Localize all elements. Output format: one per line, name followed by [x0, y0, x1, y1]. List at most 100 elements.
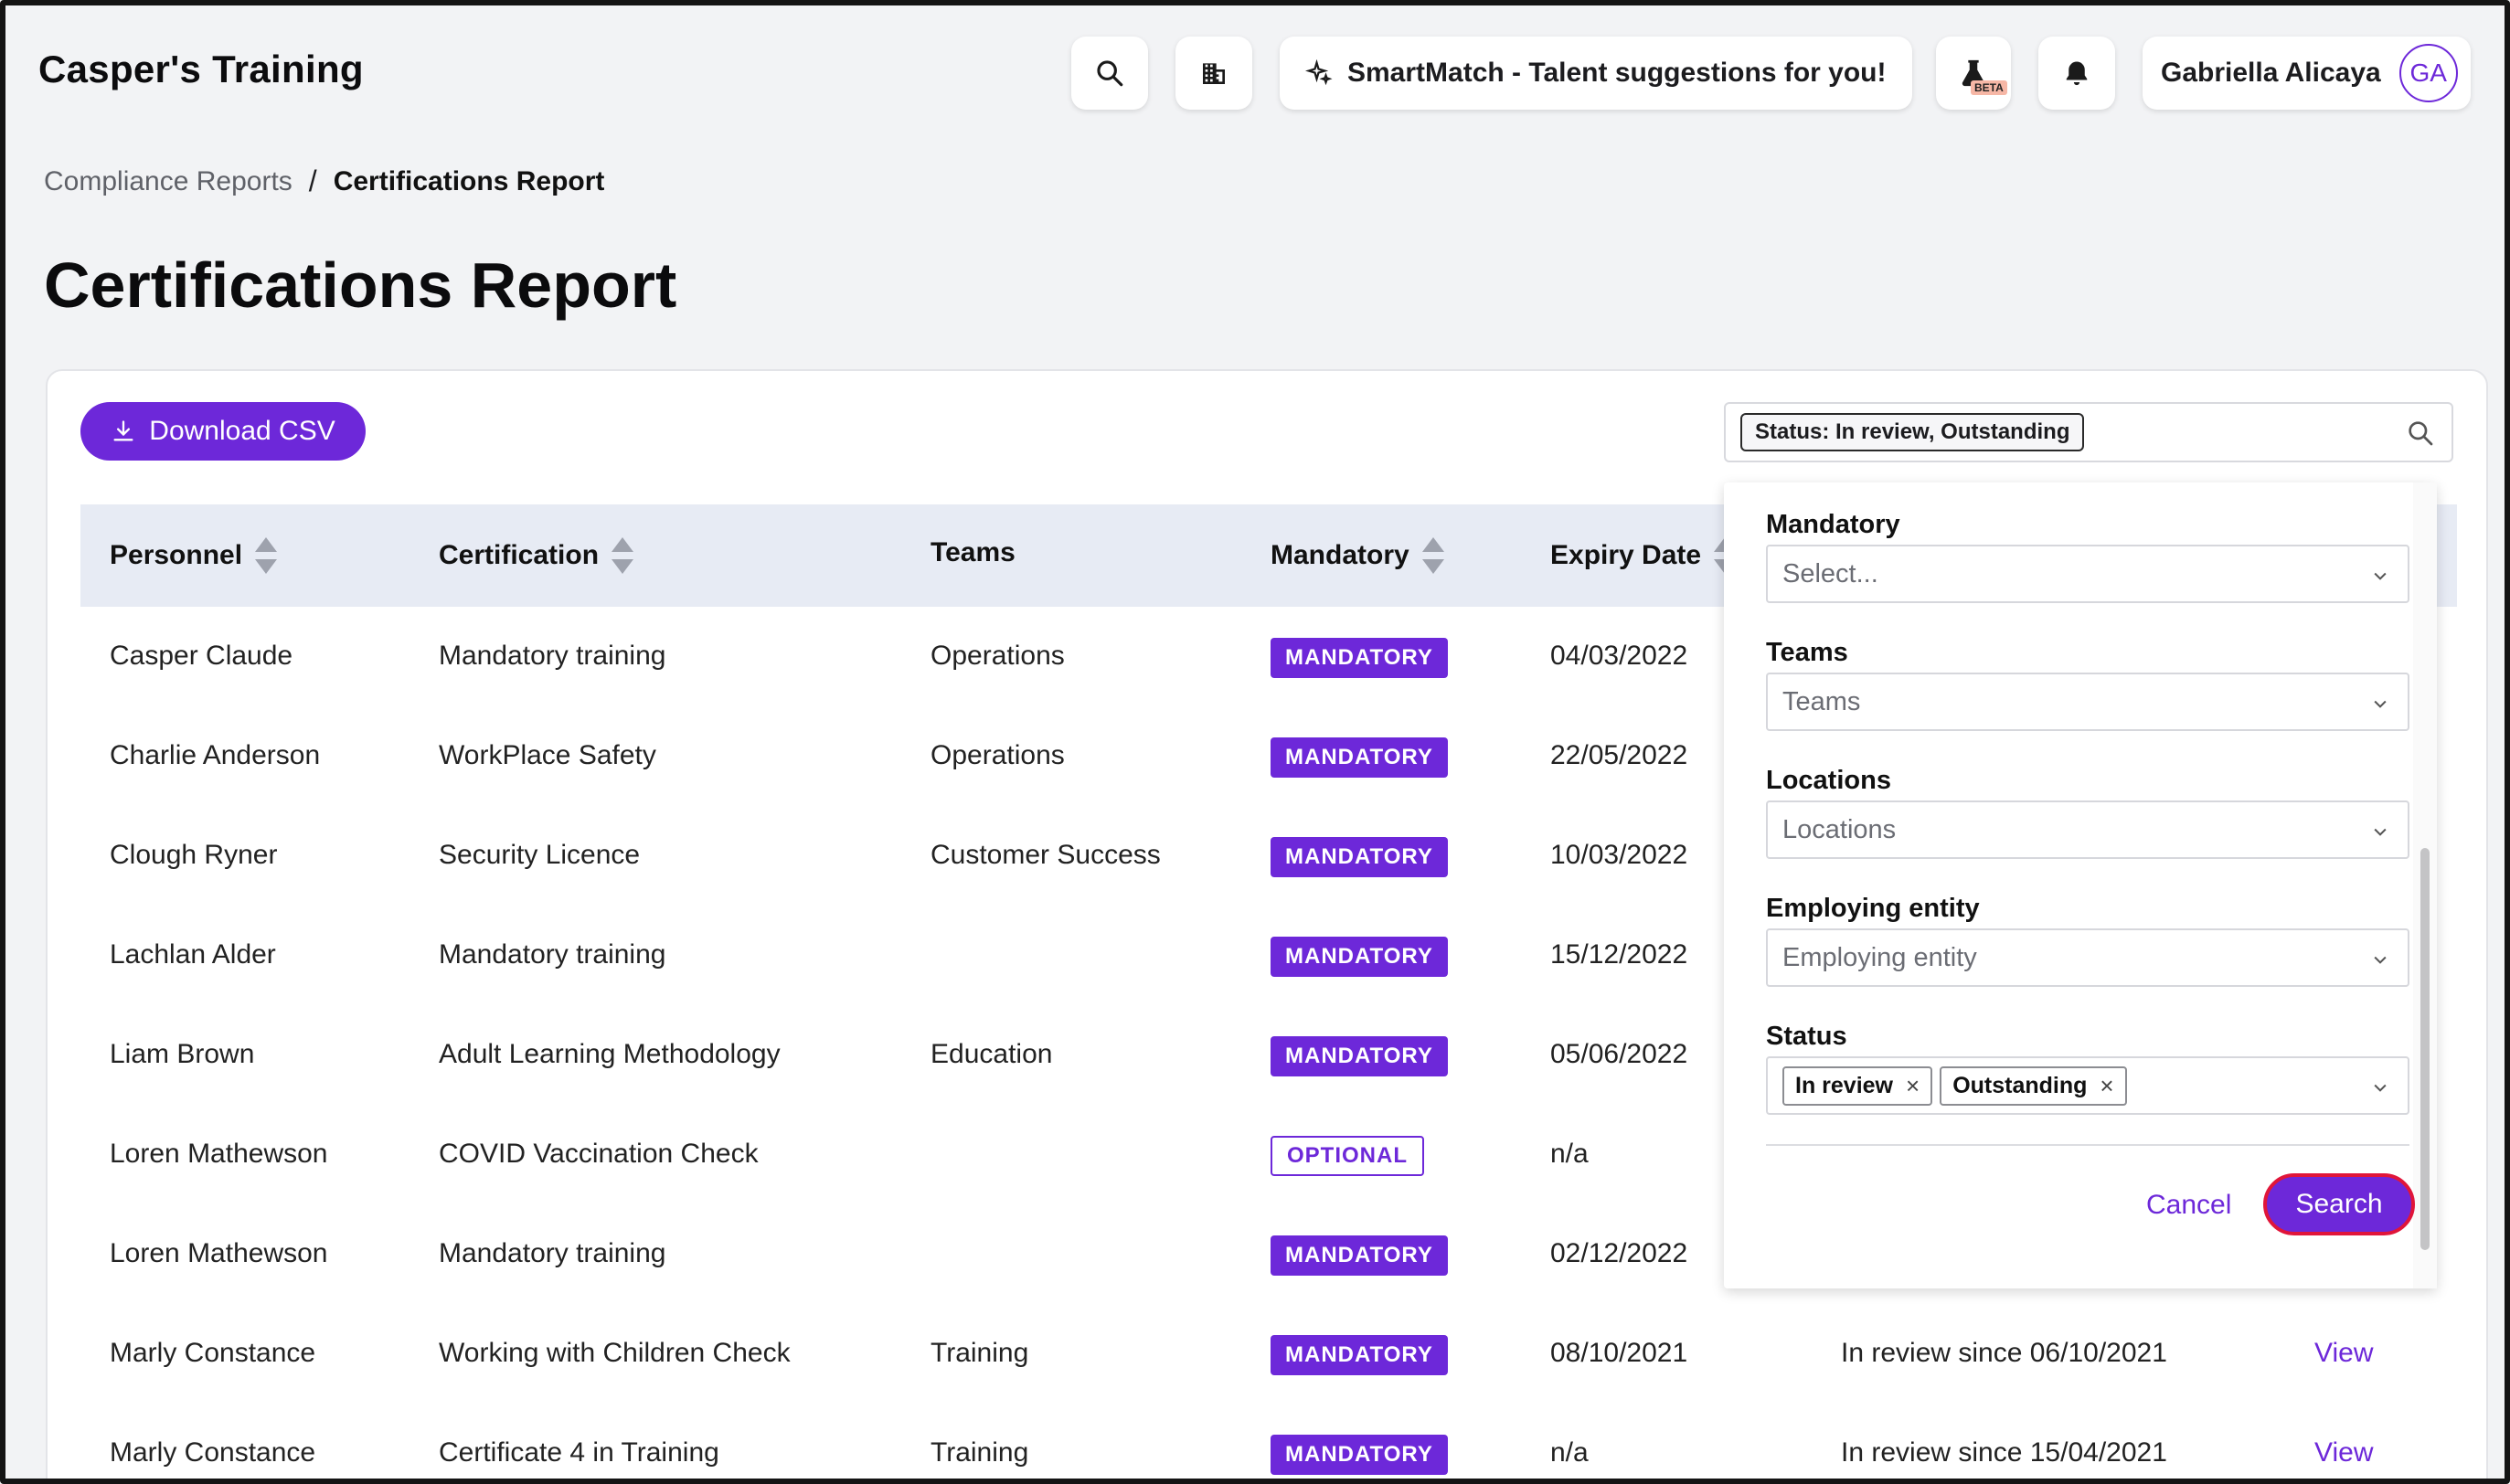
close-icon[interactable]: × [2100, 1072, 2113, 1100]
select-placeholder: Select... [1782, 558, 1878, 588]
cell-certification: WorkPlace Safety [439, 740, 656, 770]
employing-entity-filter-label: Employing entity [1766, 894, 1980, 923]
beta-features-button[interactable]: BETA [1936, 37, 2011, 110]
app-title: Casper's Training [38, 48, 364, 90]
beta-badge: BETA [1971, 80, 2007, 95]
user-menu[interactable]: Gabriella Alicaya GA [2143, 37, 2471, 110]
locations-filter-label: Locations [1766, 766, 1891, 795]
view-link[interactable]: View [2314, 1437, 2373, 1468]
cell-certification: COVID Vaccination Check [439, 1139, 759, 1169]
avatar: GA [2398, 44, 2458, 102]
page-title: Certifications Report [44, 249, 677, 321]
breadcrumb: Compliance Reports / Certifications Repo… [44, 164, 604, 198]
status-filter-select[interactable]: In review × Outstanding × [1766, 1056, 2409, 1115]
cell-expiry-date: 04/03/2022 [1550, 641, 1688, 671]
status-tag-in-review: In review × [1782, 1065, 1933, 1106]
column-header-personnel[interactable]: Personnel [110, 537, 278, 574]
cell-personnel: Clough Ryner [110, 840, 278, 870]
smartmatch-label: SmartMatch - Talent suggestions for you! [1347, 58, 1887, 88]
notifications-button[interactable] [2038, 37, 2115, 110]
search-button[interactable]: Search [2263, 1173, 2415, 1235]
cell-personnel: Loren Mathewson [110, 1238, 328, 1268]
cell-teams: Customer Success [931, 840, 1161, 870]
locations-filter-select[interactable]: Locations [1766, 800, 2409, 859]
mandatory-badge: MANDATORY [1271, 1435, 1448, 1475]
filter-search-input[interactable]: Status: In review, Outstanding [1724, 402, 2453, 462]
teams-filter-select[interactable]: Teams [1766, 673, 2409, 731]
sort-icon[interactable] [1421, 537, 1444, 574]
table-row: Marly Constance Certificate 4 in Trainin… [80, 1404, 2457, 1479]
cell-teams: Education [931, 1039, 1053, 1069]
search-icon[interactable] [2406, 419, 2435, 448]
breadcrumb-parent-link[interactable]: Compliance Reports [44, 166, 292, 197]
cell-status: In review since 06/10/2021 [1841, 1338, 2167, 1368]
user-name: Gabriella Alicaya [2161, 58, 2381, 88]
app-frame: Casper's Training SmartMatch - Talent su… [0, 0, 2510, 1484]
global-search-button[interactable] [1071, 37, 1148, 110]
cell-certification: Mandatory training [439, 641, 666, 671]
cell-expiry-date: n/a [1550, 1139, 1589, 1169]
status-filter-label: Status [1766, 1022, 1847, 1051]
employing-entity-filter-select[interactable]: Employing entity [1766, 928, 2409, 987]
mandatory-badge: MANDATORY [1271, 1235, 1448, 1276]
chevron-down-icon [2374, 828, 2387, 836]
cell-certification: Mandatory training [439, 1238, 666, 1268]
cell-teams: Operations [931, 740, 1065, 770]
panel-scrollbar[interactable] [2413, 482, 2437, 1288]
chevron-down-icon [2374, 572, 2387, 580]
mandatory-badge: MANDATORY [1271, 1036, 1448, 1076]
download-csv-button[interactable]: Download CSV [80, 402, 366, 461]
cell-personnel: Marly Constance [110, 1437, 316, 1468]
cell-certification: Certificate 4 in Training [439, 1437, 719, 1468]
cell-certification: Working with Children Check [439, 1338, 791, 1368]
chevron-down-icon [2374, 700, 2387, 708]
sort-icon[interactable] [255, 537, 278, 574]
select-placeholder: Employing entity [1782, 942, 1977, 972]
mandatory-filter-label: Mandatory [1766, 510, 1900, 539]
view-link[interactable]: View [2314, 1338, 2373, 1369]
cell-teams: Training [931, 1338, 1029, 1368]
column-header-teams: Teams [931, 537, 1016, 568]
organisation-button[interactable] [1175, 37, 1252, 110]
cell-expiry-date: 05/06/2022 [1550, 1039, 1688, 1069]
column-label: Teams [931, 537, 1016, 567]
smartmatch-button[interactable]: SmartMatch - Talent suggestions for you! [1280, 37, 1912, 110]
mandatory-filter-select[interactable]: Select... [1766, 545, 2409, 603]
bell-icon [2066, 61, 2088, 86]
cell-teams: Operations [931, 641, 1065, 671]
cell-expiry-date: 02/12/2022 [1550, 1238, 1688, 1268]
column-header-expiry-date[interactable]: Expiry Date [1550, 537, 1737, 574]
breadcrumb-current: Certifications Report [333, 165, 605, 196]
close-icon[interactable]: × [1906, 1072, 1920, 1100]
cell-expiry-date: 08/10/2021 [1550, 1338, 1688, 1368]
active-filter-chip[interactable]: Status: In review, Outstanding [1740, 413, 2085, 451]
column-label: Expiry Date [1550, 540, 1702, 570]
cell-expiry-date: n/a [1550, 1437, 1589, 1468]
cancel-button[interactable]: Cancel [2146, 1190, 2231, 1221]
mandatory-badge: MANDATORY [1271, 937, 1448, 977]
column-label: Personnel [110, 540, 243, 570]
cell-status: In review since 15/04/2021 [1841, 1437, 2167, 1468]
cell-personnel: Casper Claude [110, 641, 293, 671]
cell-personnel: Loren Mathewson [110, 1139, 328, 1169]
select-placeholder: Locations [1782, 814, 1897, 844]
breadcrumb-separator: / [308, 164, 317, 197]
download-csv-label: Download CSV [149, 416, 335, 446]
tag-label: In review [1795, 1072, 1893, 1098]
table-row: Marly Constance Working with Children Ch… [80, 1305, 2457, 1404]
mandatory-badge: MANDATORY [1271, 1335, 1448, 1375]
cell-certification: Security Licence [439, 840, 641, 870]
cell-expiry-date: 22/05/2022 [1550, 740, 1688, 770]
panel-scrollbar-thumb[interactable] [2420, 848, 2430, 1250]
sort-icon[interactable] [612, 537, 634, 574]
teams-filter-label: Teams [1766, 638, 1848, 667]
search-icon [1097, 60, 1123, 87]
download-icon [113, 420, 133, 441]
cell-certification: Adult Learning Methodology [439, 1039, 781, 1069]
column-header-certification[interactable]: Certification [439, 537, 634, 574]
select-placeholder: Teams [1782, 686, 1861, 716]
chevron-down-icon [2374, 1084, 2387, 1092]
mandatory-badge: MANDATORY [1271, 837, 1448, 877]
cell-personnel: Liam Brown [110, 1039, 255, 1069]
column-header-mandatory[interactable]: Mandatory [1271, 537, 1444, 574]
